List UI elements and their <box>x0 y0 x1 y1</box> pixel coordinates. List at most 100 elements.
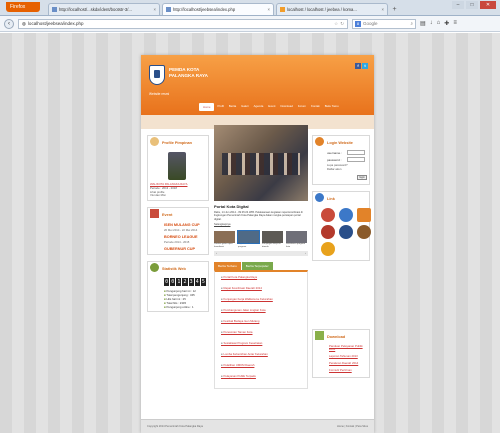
menu-item[interactable]: Berita <box>227 103 238 111</box>
menu-item[interactable]: Download <box>278 103 294 111</box>
link-icons <box>321 207 371 256</box>
browser-navbar: ‹ ◍ localhost/jeebsea/index.php ☆ ↻ 8 Go… <box>0 16 500 32</box>
close-tab-icon[interactable]: × <box>154 7 156 12</box>
close-tab-icon[interactable]: × <box>382 7 384 12</box>
addon-icon[interactable]: ✚ <box>444 20 449 27</box>
news-thumbnail[interactable]: Sosialisasi program kota <box>286 230 307 249</box>
news-list-item[interactable]: Kunjungan Kerja Walikota ke Kelurahan <box>221 297 301 301</box>
minimize-button[interactable]: – <box>452 1 464 9</box>
username-input[interactable] <box>347 150 365 155</box>
register-link[interactable]: Daftar akun <box>327 167 367 172</box>
news-list-item[interactable]: Lomba Kebersihan Antar Kelurahan <box>221 352 301 356</box>
site-header: PEMDA KOTA PALANGKA RAYA Website resmi f… <box>141 55 374 115</box>
news-list-item[interactable]: Sosialisasi Program Kesehatan <box>221 341 301 345</box>
download-link[interactable]: Formulir Perizinan <box>329 368 367 373</box>
profile-box: Profile Pimpinan WALIKOTA PALANGKA RAYA … <box>147 135 209 202</box>
close-window-button[interactable]: ✕ <box>480 1 496 9</box>
read-more-link[interactable]: Selengkapnya <box>214 223 308 226</box>
menu-item-home[interactable]: Home <box>199 103 215 111</box>
twitter-icon[interactable]: t <box>362 63 368 69</box>
download-link[interactable]: Panduan Pelayanan Publik 2014 <box>329 344 367 353</box>
search-box[interactable]: 8 Google ⌕ <box>352 18 416 29</box>
event-name[interactable]: GUBERNUR CUP <box>164 247 206 251</box>
menu-item[interactable]: Event <box>266 103 277 111</box>
thumb-caption: Pemkot gelar rapat koordinasi <box>214 242 233 248</box>
maximize-button[interactable]: □ <box>466 1 478 9</box>
event-name[interactable]: ISEN MULANG CUP <box>164 223 206 227</box>
close-tab-icon[interactable]: × <box>268 7 270 12</box>
news-thumbnail-selected[interactable]: Rapat evaluasi program <box>237 229 260 249</box>
password-input[interactable] <box>347 157 365 162</box>
username-row: username : <box>327 150 367 155</box>
left-column: Profile Pimpinan WALIKOTA PALANGKA RAYA … <box>147 135 209 318</box>
login-box: Login Website username : password : Lupa… <box>312 135 370 185</box>
browser-tab[interactable]: localhost / localhost / jeebea / koma...… <box>276 3 388 15</box>
mayor-photo <box>168 152 186 180</box>
star-logo-icon[interactable] <box>321 241 335 256</box>
login-button[interactable]: login <box>357 174 367 180</box>
address-bar[interactable]: ◍ localhost/jeebsea/index.php ☆ ↻ <box>18 18 348 29</box>
links-box: Link <box>312 190 371 261</box>
thumbnail-scroller[interactable]: ‹ › <box>214 250 308 256</box>
tab-label: http://localhost/jeebsea/index.php <box>173 7 236 12</box>
globe-icon: ◍ <box>22 20 26 26</box>
tab-popular-news[interactable]: Berita Terpopuler <box>241 261 273 270</box>
headline-title[interactable]: Portal Kota Digital <box>214 204 308 209</box>
menu-item[interactable]: Buku Tamu <box>323 103 341 111</box>
thumb-caption: Kunjungan kerja ke daerah <box>262 242 281 248</box>
stat-line: Pengunjung online : 1 <box>164 305 206 309</box>
tab-latest-news[interactable]: Berita Terbaru <box>214 261 241 270</box>
scroll-right-icon[interactable]: › <box>305 251 306 256</box>
news-list-item[interactable]: Festival Budaya Isen Mulang <box>221 319 301 323</box>
browser-tab-active[interactable]: http://localhost/jeebsea/index.php × <box>162 3 274 15</box>
news-list-item[interactable]: Peresmian Taman Kota <box>221 330 301 334</box>
bookmark-star-icon[interactable]: ☆ <box>334 21 338 27</box>
site-title: PEMDA KOTA PALANGKA RAYA <box>169 67 208 79</box>
facebook-icon[interactable]: f <box>355 63 361 69</box>
agency-logo-icon[interactable] <box>357 207 371 222</box>
thumb-caption: Rapat evaluasi program <box>238 242 253 248</box>
event-name[interactable]: BORNEO LEAGUE <box>164 235 206 239</box>
download-icon[interactable]: ↓ <box>430 20 433 27</box>
reload-icon[interactable]: ↻ <box>340 21 344 27</box>
download-link[interactable]: Laporan Tahunan 2013 <box>329 354 367 359</box>
agency-logo-icon[interactable] <box>321 207 335 222</box>
headline-photo[interactable] <box>214 125 308 201</box>
website: PEMDA KOTA PALANGKA RAYA Website resmi f… <box>141 55 374 433</box>
browser-tab[interactable]: http://localhost/...skdx/ident/bootstr-3… <box>48 3 160 15</box>
menu-icon[interactable]: ≡ <box>453 20 457 27</box>
search-icon[interactable]: ⌕ <box>410 21 413 26</box>
globe-icon <box>315 192 324 202</box>
bookmarks-icon[interactable]: ▤ <box>420 20 426 27</box>
menu-item[interactable]: Galeri <box>239 103 250 111</box>
footer-links[interactable]: Home | Kontak | Peta Situs <box>337 425 368 428</box>
profile-line[interactable]: Visi dan Misi <box>150 194 206 198</box>
agency-logo-icon[interactable] <box>357 224 371 239</box>
agency-logo-icon[interactable] <box>339 224 353 239</box>
download-link[interactable]: Peraturan Daerah 2014 <box>329 361 367 366</box>
news-thumbnail[interactable]: Kunjungan kerja ke daerah <box>262 230 283 249</box>
scroll-left-icon[interactable]: ‹ <box>216 251 217 256</box>
menu-item[interactable]: Kontak <box>309 103 322 111</box>
folder-icon <box>315 330 324 340</box>
agency-logo-icon[interactable] <box>339 207 353 222</box>
google-icon: 8 <box>355 20 361 27</box>
thumb-caption: Sosialisasi program kota <box>286 242 306 248</box>
firefox-menu-button[interactable]: Firefox <box>6 2 40 12</box>
agency-logo-icon[interactable] <box>321 224 335 239</box>
tab-label: http://localhost/...skdx/ident/bootstr-3… <box>59 7 132 12</box>
user-icon <box>150 137 159 146</box>
news-list-item[interactable]: Pelayanan Publik Terpadu <box>221 374 301 378</box>
new-tab-button[interactable]: + <box>390 5 399 15</box>
news-list-item[interactable]: Pembangunan Jalan Lingkar Kota <box>221 308 301 312</box>
menu-item[interactable]: Agenda <box>252 103 266 111</box>
news-list-item[interactable]: Pelatihan UMKM Daerah <box>221 363 301 367</box>
menu-item[interactable]: Profil <box>215 103 225 111</box>
window-controls: – □ ✕ <box>452 1 496 9</box>
news-list-item[interactable]: Portal Kota Palangka Raya <box>221 275 301 279</box>
news-list-item[interactable]: Rapat Koordinasi Daerah 2014 <box>221 286 301 290</box>
home-icon[interactable]: ⌂ <box>437 20 441 27</box>
back-arrow-icon[interactable]: ‹ <box>4 18 14 29</box>
news-thumbnail[interactable]: Pemkot gelar rapat koordinasi <box>214 230 235 249</box>
menu-item[interactable]: Forum <box>296 103 308 111</box>
